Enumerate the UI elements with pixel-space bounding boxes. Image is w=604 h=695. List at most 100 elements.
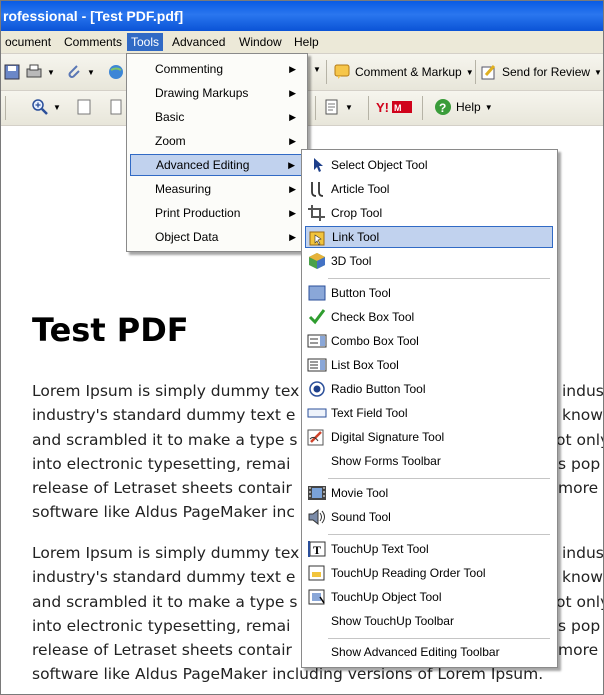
menu-document[interactable]: ocument — [1, 33, 55, 51]
svg-text:Y!: Y! — [376, 100, 389, 115]
title-bar: rofessional - [Test PDF.pdf] — [1, 1, 603, 31]
menu-separator — [328, 278, 550, 279]
tools-menu-advanced-editing[interactable]: Advanced Editing ▶ — [130, 154, 302, 176]
zoom-in-button[interactable]: ▼ — [31, 98, 61, 116]
advanced-editing-submenu: Select Object Tool Article Tool Crop Too… — [301, 149, 558, 668]
paragraph-line: indus — [562, 544, 604, 562]
link-tool-item[interactable]: Link Tool — [305, 226, 553, 248]
radio-button-tool-item[interactable]: Radio Button Tool — [305, 378, 553, 400]
actual-size-button[interactable] — [75, 98, 93, 116]
touchup-text-tool-item[interactable]: T TouchUp Text Tool — [305, 538, 553, 560]
toolbar-separator — [475, 60, 476, 84]
reading-order-icon — [308, 565, 325, 581]
attach-button[interactable]: ▼ — [65, 63, 95, 81]
select-object-tool-item[interactable]: Select Object Tool — [305, 154, 553, 176]
send-for-review-button[interactable]: Send for Review ▼ — [480, 63, 602, 81]
tools-menu-basic[interactable]: Basic ▶ — [130, 106, 302, 128]
film-icon — [308, 486, 326, 500]
digital-signature-tool-item[interactable]: Digital Signature Tool — [305, 426, 553, 448]
article-tool-item[interactable]: Article Tool — [305, 178, 553, 200]
menu-window[interactable]: Window — [235, 33, 286, 51]
fit-page-button[interactable] — [107, 98, 125, 116]
button-icon — [308, 285, 326, 301]
paragraph-line: know — [562, 406, 603, 425]
menu-item-label: Sound Tool — [331, 510, 391, 524]
help-button[interactable]: ? Help ▼ — [434, 98, 493, 116]
toolbar-separator — [5, 96, 6, 120]
3d-tool-item[interactable]: 3D Tool — [305, 250, 553, 272]
menu-item-label: Select Object Tool — [331, 158, 428, 172]
check-box-tool-item[interactable]: Check Box Tool — [305, 306, 553, 328]
window-title: rofessional - [Test PDF.pdf] — [3, 8, 184, 24]
comment-icon — [334, 64, 350, 79]
menu-item-label: Measuring — [155, 182, 212, 196]
menu-item-label: Drawing Markups — [155, 86, 249, 100]
tools-menu-drawing-markups[interactable]: Drawing Markups ▶ — [130, 82, 302, 104]
movie-tool-item[interactable]: Movie Tool — [305, 482, 553, 504]
text-field-icon — [307, 408, 327, 418]
tools-menu-zoom[interactable]: Zoom ▶ — [130, 130, 302, 152]
paragraph-line: more — [558, 479, 599, 498]
show-touchup-toolbar-item[interactable]: Show TouchUp Toolbar — [305, 610, 553, 632]
menu-advanced[interactable]: Advanced — [168, 33, 229, 51]
touchup-object-tool-item[interactable]: TouchUp Object Tool — [305, 586, 553, 608]
svg-text:T: T — [313, 543, 321, 557]
tools-menu-print-production[interactable]: Print Production ▶ — [130, 202, 302, 224]
help-icon: ? — [435, 99, 451, 115]
menu-item-label: Article Tool — [331, 182, 390, 196]
button-tool-item[interactable]: Button Tool — [305, 282, 553, 304]
document-paragraph-1-right: indus know ot only s pop more — [556, 379, 603, 500]
menu-item-label: Show Forms Toolbar — [331, 454, 441, 468]
comment-markup-button[interactable]: Comment & Markup ▼ — [333, 63, 474, 81]
submenu-arrow-icon: ▶ — [289, 208, 296, 218]
list-box-tool-item[interactable]: List Box Tool — [305, 354, 553, 376]
menu-bar: ocument Comments Tools Advanced Window H… — [1, 31, 603, 54]
email-button[interactable] — [107, 63, 125, 81]
page-layout-button[interactable]: ▼ — [323, 98, 353, 116]
link-icon — [309, 231, 325, 246]
touchup-reading-order-tool-item[interactable]: TouchUp Reading Order Tool — [305, 562, 553, 584]
menu-item-label: Link Tool — [332, 230, 380, 244]
menu-item-label: Commenting — [155, 62, 224, 76]
menu-item-label: Button Tool — [331, 286, 391, 300]
show-advanced-editing-toolbar-item[interactable]: Show Advanced Editing Toolbar — [305, 641, 553, 663]
touchup-text-icon: T — [308, 541, 326, 557]
menu-item-label: TouchUp Object Tool — [331, 590, 442, 604]
save-button[interactable] — [3, 63, 21, 81]
speaker-icon — [308, 508, 325, 526]
paragraph-line: know — [562, 568, 603, 587]
tools-menu-commenting[interactable]: Commenting ▶ — [130, 58, 302, 80]
toolbar-separator — [315, 96, 316, 120]
menu-item-label: TouchUp Text Tool — [331, 542, 429, 556]
menu-item-label: Check Box Tool — [331, 310, 415, 324]
tools-menu-object-data[interactable]: Object Data ▶ — [130, 226, 302, 248]
yahoo-logo-icon: Y! M — [376, 100, 412, 115]
print-button[interactable]: ▼ — [25, 63, 55, 81]
menu-comments[interactable]: Comments — [60, 33, 126, 51]
3d-cube-icon — [309, 253, 325, 269]
sound-tool-item[interactable]: Sound Tool — [305, 506, 553, 528]
menu-item-label: Basic — [155, 110, 185, 124]
comment-markup-label: Comment & Markup — [355, 65, 462, 79]
paragraph-line: ot only — [556, 592, 604, 611]
tools-menu-measuring[interactable]: Measuring ▶ — [130, 178, 302, 200]
toolbar-separator — [368, 96, 369, 120]
touchup-object-icon — [308, 589, 325, 605]
submenu-arrow-icon: ▶ — [289, 184, 296, 194]
text-field-tool-item[interactable]: Text Field Tool — [305, 402, 553, 424]
combo-box-tool-item[interactable]: Combo Box Tool — [305, 330, 553, 352]
menu-tools[interactable]: Tools — [127, 33, 164, 51]
document-icon — [325, 99, 338, 115]
globe-icon — [109, 65, 123, 79]
yahoo-toolbar-button[interactable]: Y! M — [376, 99, 414, 115]
dropdown-arrow-icon[interactable]: ▼ — [313, 65, 321, 74]
acrobat-window: rofessional - [Test PDF.pdf] ocument Com… — [0, 0, 604, 695]
menu-item-label: TouchUp Reading Order Tool — [331, 566, 486, 580]
show-forms-toolbar-item[interactable]: Show Forms Toolbar — [305, 450, 553, 472]
menu-help[interactable]: Help — [290, 33, 323, 51]
menu-item-label: Combo Box Tool — [331, 334, 419, 348]
submenu-arrow-icon: ▶ — [289, 136, 296, 146]
crop-tool-item[interactable]: Crop Tool — [305, 202, 553, 224]
toolbar-separator — [422, 96, 423, 120]
send-for-review-label: Send for Review — [502, 65, 591, 79]
